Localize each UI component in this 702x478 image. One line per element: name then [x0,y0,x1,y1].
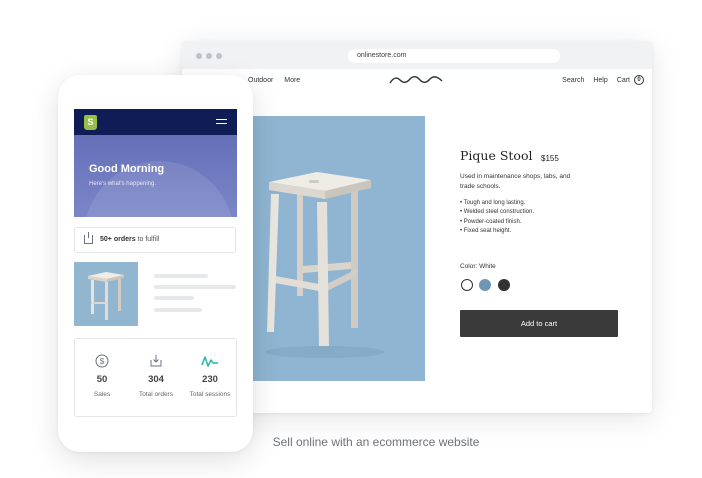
window-control-dot[interactable] [206,53,212,59]
swatch-black[interactable] [498,279,510,291]
shopify-bag-icon[interactable]: S [84,115,97,130]
dollar-circle-icon: $ [95,354,109,368]
nav-link-cart[interactable]: Cart [617,77,630,84]
product-image [247,116,425,381]
orders-count: 50+ orders [100,236,136,243]
cart-count-icon[interactable]: 0 [634,75,644,85]
store-logo-icon[interactable] [389,74,443,86]
stat-sales[interactable]: $ 50 Sales [75,339,129,418]
window-control-dot[interactable] [196,53,202,59]
placeholder-line [154,308,202,312]
window-control-dot[interactable] [216,53,222,59]
stat-total-sessions[interactable]: 230 Total sessions [183,339,237,418]
swatch-white[interactable] [461,279,473,291]
stat-label: Sales [93,391,111,398]
orders-summary: 50+ orders to fulfill [100,236,159,243]
product-title: Pique Stool [460,148,533,163]
phone-topbar: S [74,109,237,135]
feature-list: • Tough and long lasting. • Welded steel… [460,199,534,236]
stat-value: 50 [96,374,108,385]
feature-item: • Tough and long lasting. [460,200,526,206]
greeting-title: Good Morning [89,163,165,175]
placeholder-line [154,285,236,289]
nav-link-search[interactable]: Search [562,77,584,84]
site-nav-right: Search Help Cart [562,77,630,84]
greeting-subtitle: Here's what's happening. [89,181,156,187]
stat-label: Total orders [139,391,173,398]
inbox-download-icon [84,232,93,244]
stool-illustration [247,116,425,381]
dashboard-header: S Good Morning Here's what's happening. [74,109,237,217]
swatch-blue[interactable] [479,279,491,291]
product-price: $155 [541,154,559,163]
phone-mockup: S Good Morning Here's what's happening. … [58,75,253,452]
orders-to-fulfill-card[interactable]: 50+ orders to fulfill [74,227,236,253]
add-to-cart-button[interactable]: Add to cart [460,310,618,337]
activity-line-icon [201,356,218,367]
stat-total-orders[interactable]: 304 Total orders [129,339,183,418]
inbox-download-icon [150,355,162,367]
stat-label: Total sessions [189,391,231,398]
product-thumbnail[interactable] [74,262,138,326]
feature-item: • Welded steel construction. [460,209,535,216]
browser-toolbar: onlinestore.com [182,41,652,69]
placeholder-line [154,274,208,278]
placeholder-line [154,296,194,300]
stool-thumbnail-illustration [74,262,138,326]
feature-item: • Powder-coated finish. [460,218,522,225]
caption: Sell online with an ecommerce website [272,435,480,449]
stat-value: 304 [148,374,164,385]
feature-item: • Fixed seat height. [460,227,512,234]
nav-link-outdoor[interactable]: Outdoor [248,77,273,84]
orders-suffix: to fulfill [135,236,160,243]
address-bar[interactable]: onlinestore.com [348,49,560,63]
nav-link-more[interactable]: More [284,77,300,84]
stat-value: 230 [202,374,218,385]
nav-link-help[interactable]: Help [593,77,607,84]
product-description: Used in maintenance shops, labs, and tra… [460,173,571,190]
stats-card: $ 50 Sales 304 Total orders 230 Total se… [74,338,237,417]
svg-text:$: $ [100,357,105,366]
hamburger-menu-icon[interactable] [216,119,227,125]
site-nav-left: Outdoor More [248,77,309,84]
color-label: Color: White [460,263,496,270]
